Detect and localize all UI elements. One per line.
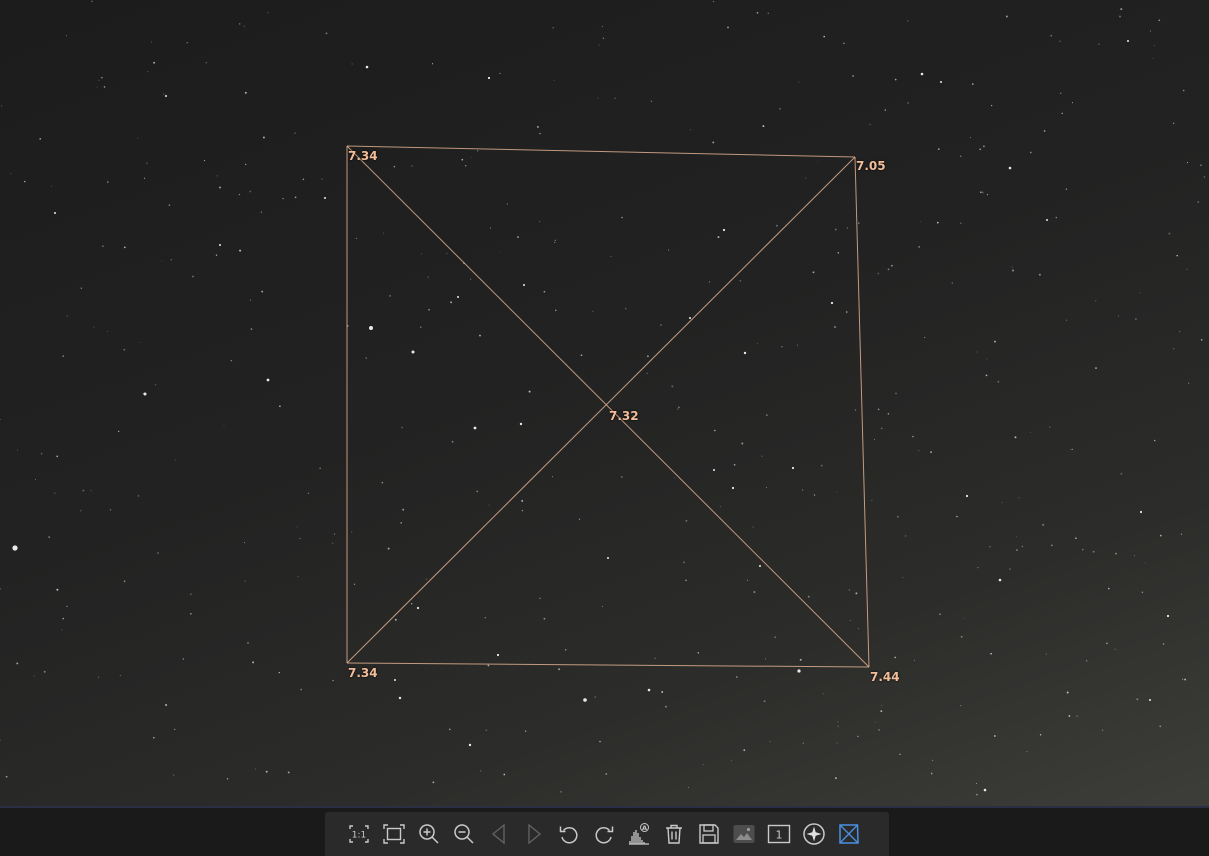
image-viewer[interactable]: 7.34 7.05 7.32 7.34 7.44 (0, 0, 1209, 808)
save-button[interactable] (695, 820, 723, 848)
background-toggle-button[interactable] (730, 820, 758, 848)
svg-text:A: A (642, 824, 647, 832)
quad-edge-right (854, 156, 870, 668)
triangle-left-icon (491, 823, 505, 845)
zoom-in-icon (419, 824, 439, 844)
triangle-right-icon (528, 823, 542, 845)
zoom-in-button[interactable] (415, 820, 443, 848)
fwhm-label-bottom-left: 7.34 (348, 666, 378, 680)
trash-icon (666, 824, 682, 844)
histogram-auto-icon: A (629, 823, 649, 845)
svg-text:1: 1 (776, 829, 783, 842)
previous-image-button[interactable] (485, 820, 513, 848)
fwhm-label-top-left: 7.34 (348, 149, 378, 163)
fwhm-label-top-right: 7.05 (856, 159, 886, 173)
next-image-button[interactable] (520, 820, 548, 848)
rotate-left-button[interactable] (555, 820, 583, 848)
quad-edge-bottom (346, 662, 870, 668)
quad-diagonal-2 (346, 156, 856, 664)
floppy-disk-icon (699, 824, 719, 844)
fit-to-window-button[interactable] (380, 820, 408, 848)
rotate-ccw-icon (559, 826, 578, 844)
frame-one-icon: 1 (767, 824, 791, 844)
image-toolbar: 1:1 A 1 (325, 812, 889, 856)
landscape-image-icon (733, 825, 755, 843)
zoom-out-icon (454, 824, 474, 844)
tilt-analysis-button[interactable] (835, 820, 863, 848)
rotate-cw-icon (595, 826, 614, 844)
quad-edge-top (346, 145, 856, 158)
zoom-out-button[interactable] (450, 820, 478, 848)
zoom-1to1-button[interactable]: 1:1 (345, 820, 373, 848)
single-frame-button[interactable]: 1 (765, 820, 793, 848)
svg-text:1:1: 1:1 (352, 831, 366, 841)
tilt-square-icon (839, 824, 859, 844)
fwhm-label-center: 7.32 (609, 409, 639, 423)
delete-button[interactable] (660, 820, 688, 848)
rotate-right-button[interactable] (590, 820, 618, 848)
star-circle-icon (803, 823, 825, 845)
actual-size-icon: 1:1 (349, 825, 369, 843)
fwhm-label-bottom-right: 7.44 (870, 670, 900, 684)
auto-stretch-histogram-button[interactable]: A (625, 820, 653, 848)
tilt-analysis-overlay (346, 145, 870, 668)
fit-screen-icon (383, 824, 405, 844)
quad-diagonal-1 (346, 145, 870, 668)
star-detection-button[interactable] (800, 820, 828, 848)
